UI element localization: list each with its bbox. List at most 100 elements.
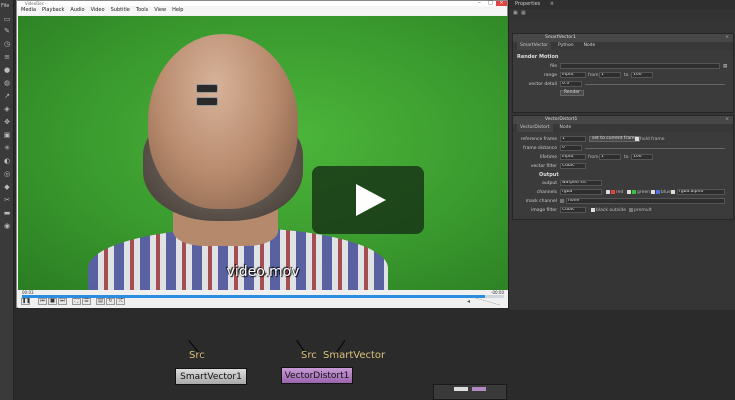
file-menu[interactable]: File [1,3,9,9]
clear-icon[interactable]: ▦ [521,10,526,16]
mask-check[interactable] [560,198,565,205]
file-browse-icon[interactable]: ▤ [723,63,727,70]
channel-icon[interactable]: ≡ [3,54,11,61]
loop-icon[interactable]: ↻ [106,298,115,305]
seek-bar[interactable] [22,295,504,298]
premult-label: premult [634,208,652,213]
other-icon[interactable]: ▬ [3,210,11,217]
lifetime-to-input[interactable]: 100 [631,154,653,160]
tab-node[interactable]: Node [581,42,599,50]
keyer-icon[interactable]: ↗ [3,93,11,100]
pin-icon[interactable]: ▣ [513,10,518,16]
from-input[interactable]: 1 [599,72,621,78]
transform-icon[interactable]: ✥ [3,119,11,126]
video-player-window[interactable]: VideoDec - – □ × Media Playback Audio Vi… [16,0,508,308]
premult-check [629,207,633,212]
file-input[interactable] [560,63,720,69]
lifetime-from-label: from [588,155,599,160]
left-toolbar: File ▭ ✎ ◷ ≡ ● ◍ ↗ ◈ ✥ ▣ ✳ ◐ ◎ ◆ ✂ ▬ ◉ [0,0,14,400]
filter-icon[interactable]: ◍ [3,80,11,87]
menu-tools[interactable]: Tools [136,6,148,15]
smartvector-name[interactable]: SmartVector1 [545,35,576,40]
views-icon[interactable]: ◎ [3,171,11,178]
player-title: VideoDec - [25,1,47,6]
set-current-frame-button[interactable]: set to current frame [589,136,641,142]
previous-icon[interactable]: ⏮ [38,298,47,305]
play-icon [356,184,386,216]
plugins-icon[interactable]: ◉ [3,223,11,230]
menu-video[interactable]: Video [91,6,105,15]
to-input[interactable]: 100 [631,72,653,78]
frame-distance-input[interactable]: 0 [560,145,582,151]
red-toggle[interactable]: red [606,189,623,196]
usb-port-bottom [196,97,218,106]
menu-view[interactable]: View [154,6,166,15]
alpha-select[interactable]: rgba.alpha [677,189,725,195]
render-button[interactable]: Render [560,90,584,96]
fullscreen-icon[interactable]: ⛶ [72,298,81,305]
vector-detail-input[interactable]: 0.3 [560,81,582,87]
minimap[interactable] [433,384,507,400]
speaker-icon[interactable]: ◂ [467,298,470,305]
merge-icon[interactable]: ◈ [3,106,11,113]
maximize-icon[interactable]: □ [485,1,496,6]
node-graph[interactable]: Src Src SmartVector SmartVector1 VectorD… [14,310,735,400]
3d-icon[interactable]: ▣ [3,132,11,139]
next-icon[interactable]: ⏭ [58,298,67,305]
menu-audio[interactable]: Audio [70,6,84,15]
particles-icon[interactable]: ✳ [3,145,11,152]
channels-row: channels rgba red green blue rgba.alpha [513,189,733,196]
player-titlebar[interactable]: VideoDec - – □ × [17,1,507,6]
close-tab-icon[interactable]: × [550,1,554,7]
paint-icon[interactable]: ✎ [3,28,11,35]
video-frame[interactable]: video.mov [18,16,508,290]
menu-playback[interactable]: Playback [42,6,64,15]
shuffle-icon[interactable]: ⤮ [116,298,125,305]
menu-subtitle[interactable]: Subtitle [111,6,130,15]
menu-help[interactable]: Help [172,6,183,15]
vectordistort-name[interactable]: VectorDistort1 [545,117,577,122]
premult-toggle[interactable]: premult [629,207,652,214]
color-icon[interactable]: ● [3,67,11,74]
menu-media[interactable]: Media [21,6,36,15]
blue-toggle[interactable]: blue [651,189,671,196]
panel-close-icon-2[interactable]: × [725,116,729,124]
toolsets-icon[interactable]: ✂ [3,197,11,204]
vector-detail-slider[interactable] [585,84,725,85]
vector-filter-select[interactable]: Cubic [560,163,586,169]
green-toggle[interactable]: green [627,189,650,196]
red-swatch [611,189,615,194]
hold-frame-checkbox[interactable]: hold frame [635,136,665,143]
stop-icon[interactable]: ■ [48,298,57,305]
volume-slider[interactable] [472,297,500,305]
tab-python[interactable]: Python [555,42,577,50]
viewer-icon[interactable]: ▭ [3,16,11,23]
vectordistort-node[interactable]: VectorDistort1 [281,367,353,384]
black-outside-toggle[interactable]: black outside [591,207,626,214]
mask-channel-select[interactable]: none [566,198,725,204]
range-select[interactable]: input [560,72,586,78]
lifetime-select[interactable]: input [560,154,586,160]
image-filter-select[interactable]: Cubic [560,207,586,213]
tab-node-2[interactable]: Node [557,124,575,132]
close-icon[interactable]: × [496,1,507,6]
output-select[interactable]: warped src [560,180,602,186]
metadata-icon[interactable]: ◆ [3,184,11,191]
mask-channel-label: mask channel [525,199,557,204]
time-icon[interactable]: ◷ [3,41,11,48]
alpha-check[interactable] [671,189,676,196]
minimize-icon[interactable]: – [474,1,485,6]
extended-settings-icon[interactable]: ☰ [82,298,91,305]
lifetime-from-input[interactable]: 1 [599,154,621,160]
frame-distance-slider[interactable] [585,148,725,149]
reference-frame-input[interactable]: 1 [560,136,586,142]
tab-smartvector[interactable]: SmartVector [517,42,551,50]
smartvector-node[interactable]: SmartVector1 [175,368,247,385]
panel-close-icon[interactable]: × [725,34,729,42]
tab-vectordistort[interactable]: VectorDistort [517,124,553,132]
play-button[interactable] [312,166,424,234]
channels-select[interactable]: rgba [560,189,602,195]
pause-icon[interactable]: ❚❚ [21,298,30,305]
playlist-icon[interactable]: ▤ [96,298,105,305]
deep-icon[interactable]: ◐ [3,158,11,165]
